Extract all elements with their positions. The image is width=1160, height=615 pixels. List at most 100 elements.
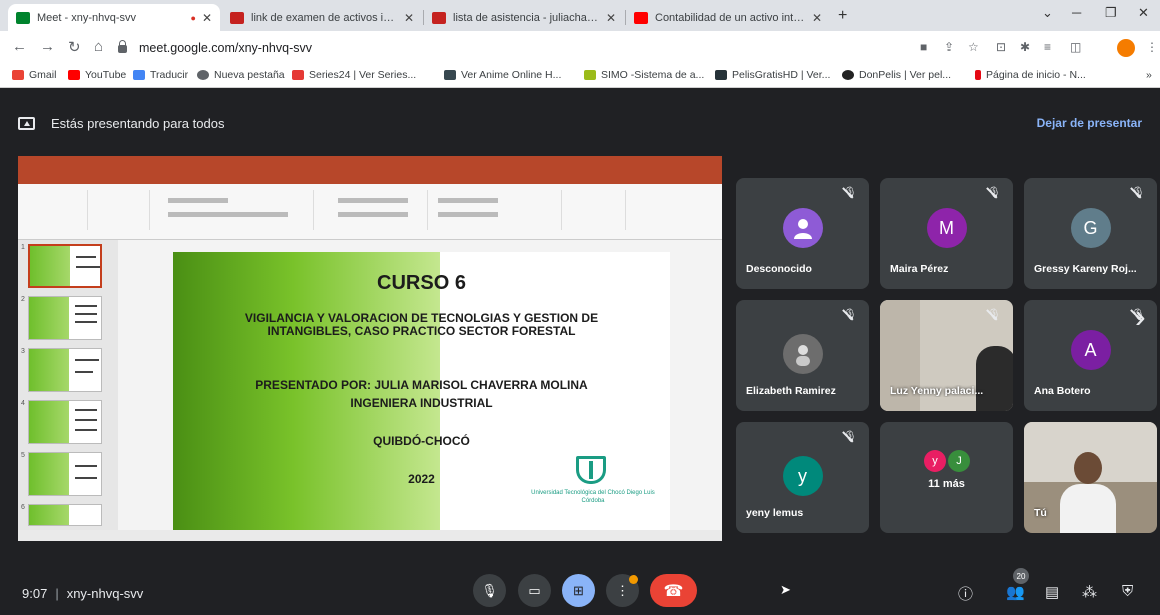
close-tab-icon[interactable]: ✕ bbox=[812, 11, 822, 25]
meeting-details-button[interactable]: ⓘ bbox=[958, 583, 973, 604]
host-controls-button[interactable]: ⛨ bbox=[1122, 583, 1133, 600]
tab-gmail-asistencia[interactable]: lista de asistencia - juliachaverra ✕ bbox=[424, 4, 624, 31]
puzzle-icon[interactable]: ✱ bbox=[1020, 40, 1030, 54]
meet-bottom-bar: 9:07 | xny-nhvq-svv 🎙 ▭ ⊞ ⋮ ☎ ➤ ⓘ 20 👥 ▤ ⁂… bbox=[0, 546, 1160, 615]
next-page-chevron-icon[interactable]: › bbox=[1135, 298, 1146, 335]
reload-icon[interactable]: ↻ bbox=[68, 38, 81, 56]
bookmark-pelisgratishd[interactable]: PelisGratisHD | Ver... bbox=[715, 69, 830, 81]
slide-course: CURSO 6 bbox=[377, 272, 466, 294]
slide-thumbnails: 1 2 3 4 5 6 bbox=[18, 240, 118, 530]
ribbon-group bbox=[22, 190, 88, 230]
video-person-head bbox=[1074, 452, 1102, 484]
tab-gmail-examen[interactable]: link de examen de activos intang ✕ bbox=[222, 4, 422, 31]
series24-icon bbox=[292, 70, 304, 80]
share-icon[interactable]: ⇪ bbox=[944, 40, 954, 54]
participant-tile[interactable]: 🎙 Desconocido bbox=[736, 178, 869, 289]
hang-up-icon: ☎ bbox=[663, 582, 684, 600]
bookmark-series24[interactable]: Series24 | Ver Series... bbox=[292, 69, 416, 81]
stop-presenting-button[interactable]: Dejar de presentar bbox=[1037, 116, 1142, 130]
people-button[interactable]: 👥 bbox=[1006, 583, 1025, 601]
meet-icon bbox=[16, 11, 30, 24]
new-tab-button[interactable]: + bbox=[838, 7, 847, 25]
meet-window: Estás presentando para todos Dejar de pr… bbox=[0, 88, 1160, 615]
slide-title: VIGILANCIA Y VALORACION DE TECNOLGIAS Y … bbox=[244, 311, 599, 338]
bookmark-anime[interactable]: Ver Anime Online H... bbox=[444, 69, 561, 81]
microphone-button[interactable]: 🎙 bbox=[473, 574, 506, 607]
home-icon[interactable]: ⌂ bbox=[94, 38, 103, 55]
avatar: y bbox=[924, 450, 946, 472]
back-icon[interactable]: ← bbox=[12, 38, 27, 55]
slide-thumbnail[interactable] bbox=[28, 452, 102, 496]
close-tab-icon[interactable]: ✕ bbox=[202, 11, 212, 25]
slide-thumbnail[interactable] bbox=[28, 296, 102, 340]
powerpoint-title-bar bbox=[18, 156, 722, 172]
clock-time: 9:07 bbox=[22, 586, 48, 601]
slide-place: QUIBDÓ-CHOCÓ bbox=[373, 434, 470, 448]
tab-youtube-contabilidad[interactable]: Contabilidad de un activo intang ✕ bbox=[626, 4, 830, 31]
gmail-icon bbox=[230, 11, 244, 24]
bookmark-youtube[interactable]: YouTube bbox=[68, 69, 126, 81]
tab-search-icon[interactable]: ⌄ bbox=[1042, 5, 1053, 21]
meeting-info: 9:07 | xny-nhvq-svv bbox=[22, 586, 143, 601]
slide-thumbnail[interactable] bbox=[28, 348, 102, 392]
camera-button[interactable]: ▭ bbox=[518, 574, 551, 607]
university-name: Universidad Tecnológica del Chocó Diego … bbox=[531, 490, 655, 504]
side-panel-icon[interactable]: ◫ bbox=[1070, 40, 1081, 54]
slide-thumbnail[interactable] bbox=[28, 244, 102, 288]
reading-list-icon[interactable]: ≡ bbox=[1044, 40, 1051, 54]
close-tab-icon[interactable]: ✕ bbox=[404, 11, 414, 25]
font-box bbox=[168, 198, 228, 203]
youtube-icon bbox=[634, 11, 648, 24]
profile-photo bbox=[782, 334, 823, 374]
browser-tab-bar: Meet - xny-nhvq-svv ● ✕ link de examen d… bbox=[0, 0, 1160, 31]
more-bookmarks-icon[interactable]: » bbox=[1146, 69, 1152, 81]
bookmark-traducir[interactable]: Traducir bbox=[133, 69, 188, 81]
extension-icon[interactable]: ⊡ bbox=[996, 40, 1006, 54]
powerpoint-ribbon-tabs bbox=[18, 172, 722, 184]
participant-tile[interactable]: M 🎙 Maira Pérez bbox=[880, 178, 1013, 289]
profile-avatar[interactable] bbox=[1117, 39, 1135, 57]
shield-lock-icon: ⛨ bbox=[1122, 583, 1134, 600]
bookmark-nueva-pestana[interactable]: Nueva pestaña bbox=[197, 69, 285, 81]
translate-icon bbox=[133, 70, 145, 80]
more-options-button[interactable]: ⋮ bbox=[606, 574, 639, 607]
camera-in-use-icon[interactable]: ■ bbox=[920, 40, 927, 54]
bookmark-netflix[interactable]: Página de inicio - N... bbox=[975, 69, 1086, 81]
thumbnail-number: 6 bbox=[21, 504, 25, 511]
participant-tile[interactable]: G 🎙 Gressy Kareny Roj... bbox=[1024, 178, 1157, 289]
menu-icon[interactable]: ⋮ bbox=[1146, 40, 1158, 54]
close-window-icon[interactable]: ✕ bbox=[1138, 5, 1149, 21]
address-bar[interactable]: meet.google.com/xny-nhvq-svv bbox=[118, 36, 978, 60]
more-participants-tile[interactable]: y J 11 más bbox=[880, 422, 1013, 533]
activities-button[interactable]: ⁂ bbox=[1082, 583, 1097, 601]
video-person bbox=[976, 346, 1013, 411]
participant-tile[interactable]: y 🎙 yeny lemus bbox=[736, 422, 869, 533]
maximize-icon[interactable]: ❐ bbox=[1105, 5, 1117, 21]
bookmark-star-icon[interactable]: ☆ bbox=[968, 40, 979, 54]
present-button[interactable]: ⊞ bbox=[562, 574, 595, 607]
simo-icon bbox=[584, 70, 596, 80]
presenting-banner: Estás presentando para todos Dejar de pr… bbox=[18, 106, 1158, 140]
bookmark-donpelis[interactable]: DonPelis | Ver pel... bbox=[842, 69, 951, 81]
bookmark-gmail[interactable]: Gmail bbox=[12, 69, 56, 81]
leave-call-button[interactable]: ☎ bbox=[650, 574, 697, 607]
mic-off-icon: 🎙 bbox=[843, 431, 857, 443]
slide-thumbnail[interactable] bbox=[28, 504, 102, 526]
minimize-icon[interactable]: ─ bbox=[1072, 5, 1081, 20]
notification-dot bbox=[629, 575, 638, 584]
tab-meet[interactable]: Meet - xny-nhvq-svv ● ✕ bbox=[8, 4, 220, 31]
bookmark-simo[interactable]: SIMO -Sistema de a... bbox=[584, 69, 704, 81]
chat-button[interactable]: ▤ bbox=[1045, 583, 1059, 601]
participant-tile[interactable]: 🎙 Luz Yenny palaci... bbox=[880, 300, 1013, 411]
mouse-cursor-icon: ➤ bbox=[780, 582, 791, 597]
avatar: G bbox=[1070, 208, 1111, 248]
close-tab-icon[interactable]: ✕ bbox=[606, 11, 616, 25]
thumbnail-number: 4 bbox=[21, 400, 25, 407]
participant-tile[interactable]: 🎙 Elizabeth Ramirez bbox=[736, 300, 869, 411]
thumbnail-number: 3 bbox=[21, 348, 25, 355]
mic-off-icon: 🎙 bbox=[843, 187, 857, 199]
slide-role: INGENIERA INDUSTRIAL bbox=[350, 396, 493, 410]
slide-thumbnail[interactable] bbox=[28, 400, 102, 444]
self-view-tile[interactable]: Tú bbox=[1024, 422, 1157, 533]
forward-icon[interactable]: → bbox=[40, 38, 55, 55]
